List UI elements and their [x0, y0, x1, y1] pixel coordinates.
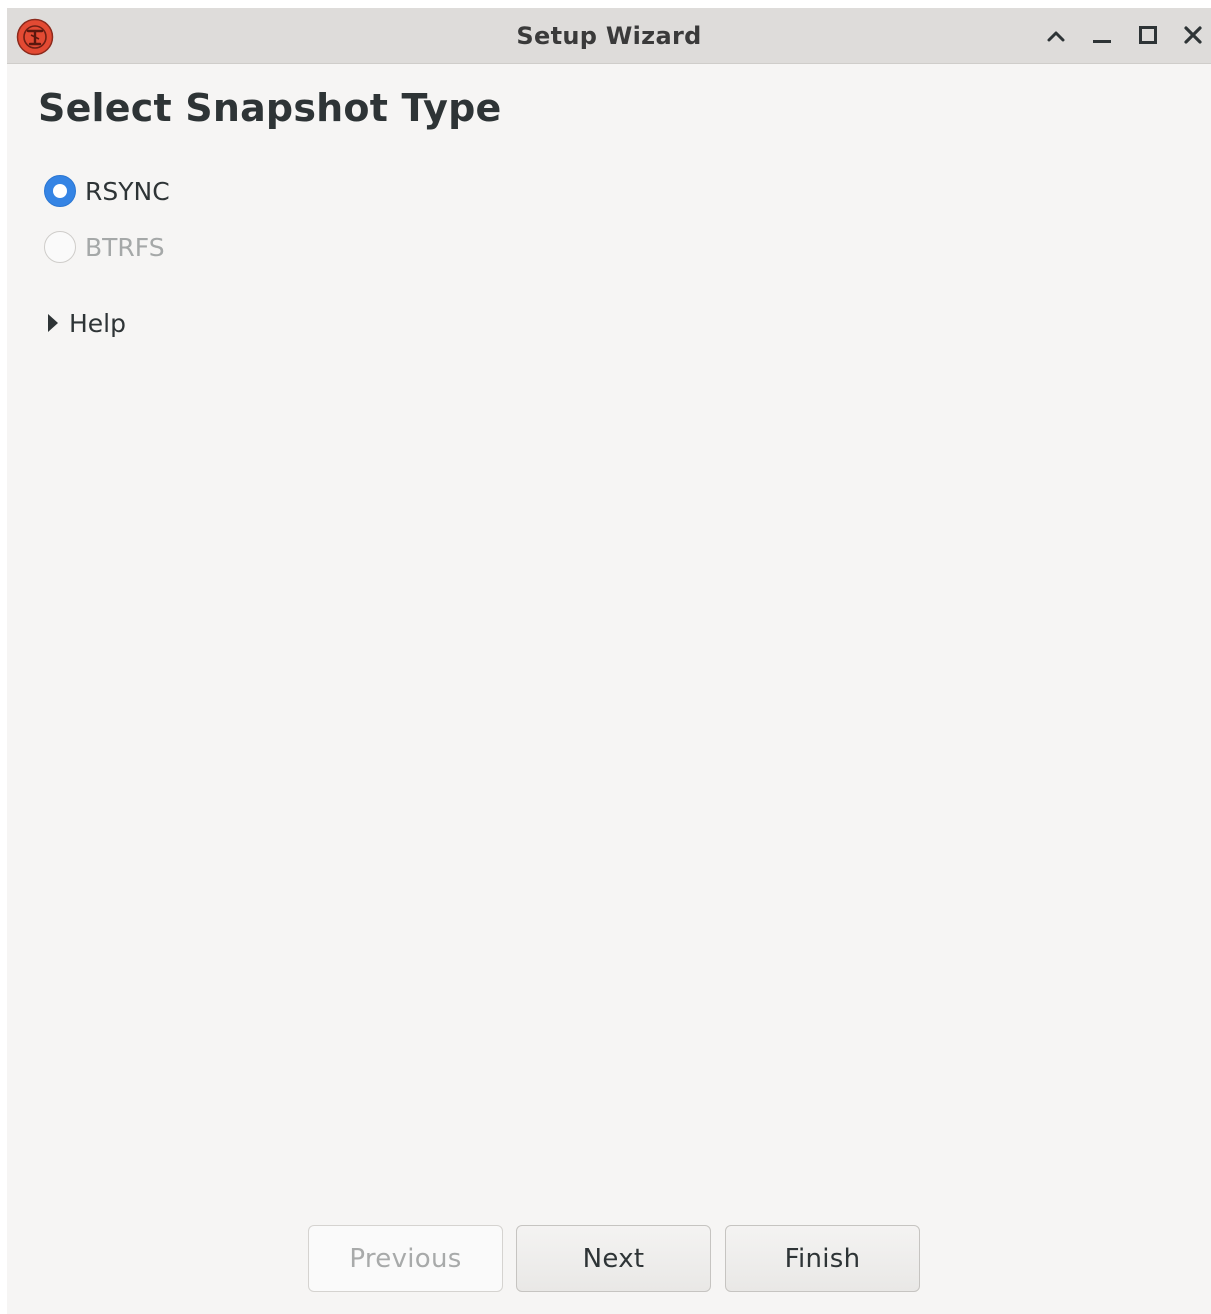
- minimize-icon: [1092, 25, 1112, 49]
- radio-label-rsync[interactable]: RSYNC: [85, 177, 170, 206]
- maximize-button[interactable]: [1131, 20, 1165, 54]
- next-button[interactable]: Next: [516, 1225, 711, 1292]
- close-button[interactable]: [1176, 20, 1210, 54]
- radio-button-checked[interactable]: [44, 175, 76, 207]
- title-bar[interactable]: Setup Wizard: [7, 8, 1211, 64]
- finish-button[interactable]: Finish: [725, 1225, 920, 1292]
- minimize-button[interactable]: [1085, 20, 1119, 54]
- radio-option-btrfs: BTRFS: [44, 229, 165, 265]
- help-expander[interactable]: Help: [46, 305, 126, 341]
- close-icon: [1183, 25, 1203, 49]
- shade-button[interactable]: [1039, 20, 1073, 54]
- chevron-up-icon: [1046, 28, 1066, 47]
- previous-button: Previous: [308, 1225, 503, 1292]
- setup-wizard-window: Setup Wizard Select Snapshot Type RSYNC …: [7, 8, 1211, 1314]
- radio-label-btrfs: BTRFS: [85, 232, 165, 262]
- help-expander-label[interactable]: Help: [69, 309, 126, 338]
- window-title: Setup Wizard: [516, 22, 702, 50]
- triangle-right-icon[interactable]: [46, 311, 60, 335]
- radio-option-rsync[interactable]: RSYNC: [44, 173, 170, 209]
- maximize-icon: [1138, 25, 1158, 49]
- radio-button-unchecked: [44, 231, 76, 263]
- page-title: Select Snapshot Type: [38, 86, 502, 130]
